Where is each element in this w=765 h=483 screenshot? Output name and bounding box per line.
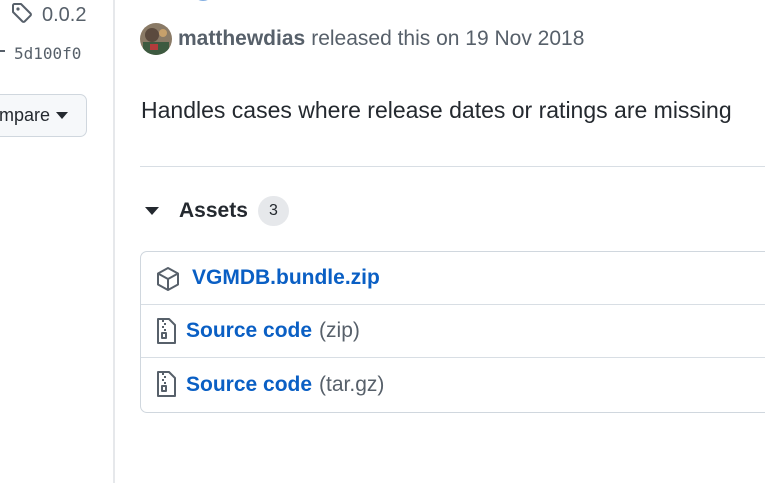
asset-download-link[interactable]: VGMDB.bundle.zip [192, 266, 380, 290]
tag-icon [10, 1, 34, 30]
author-link[interactable]: matthewdias [178, 27, 305, 51]
file-zip-icon [155, 370, 177, 398]
asset-format: (zip) [319, 319, 360, 342]
file-zip-icon [155, 317, 177, 345]
released-date-text: released this on 19 Nov 2018 [311, 27, 585, 50]
commit-hash: 5d100f0 [14, 43, 82, 63]
source-code-zip-link[interactable]: Source code [186, 319, 312, 343]
avatar[interactable] [140, 23, 172, 55]
source-code-targz-link[interactable]: Source code [186, 373, 312, 397]
compare-button-label: mpare [0, 105, 50, 125]
release-sidebar: 0.0.2 5d100f0 mpare [0, 0, 113, 483]
release-description: Handles cases where release dates or rat… [141, 97, 732, 123]
commit-link[interactable]: 5d100f0 [0, 42, 81, 64]
section-divider [140, 166, 765, 167]
tag-link[interactable]: 0.0.2 [10, 2, 86, 28]
chevron-down-icon [56, 112, 68, 119]
git-commit-icon [0, 44, 10, 63]
tag-label: 0.0.2 [42, 3, 87, 26]
package-icon [155, 265, 181, 293]
assets-toggle[interactable]: Assets 3 [143, 196, 289, 226]
assets-count-badge: 3 [257, 196, 289, 226]
asset-row: Source code (zip) [141, 305, 765, 358]
release-byline: matthewdias released this on 19 Nov 2018 [140, 22, 584, 56]
assets-list: VGMDB.bundle.zip Source code (zip) Sourc… [140, 251, 765, 413]
release-title-partial [185, 0, 245, 8]
sidebar-divider [113, 0, 115, 483]
caret-down-icon [145, 207, 159, 215]
compare-button[interactable]: mpare [0, 94, 87, 137]
asset-row: VGMDB.bundle.zip [141, 252, 765, 305]
asset-format: (tar.gz) [319, 373, 385, 396]
assets-title: Assets [179, 199, 248, 222]
asset-row: Source code (tar.gz) [141, 358, 765, 412]
